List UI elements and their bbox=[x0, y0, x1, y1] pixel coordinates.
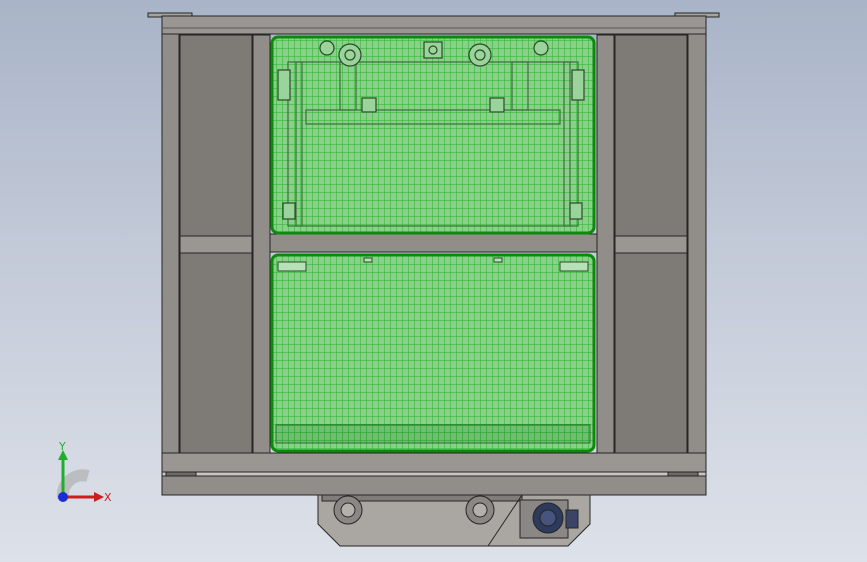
x-axis-label: X bbox=[104, 491, 112, 504]
coordinate-triad: Y X bbox=[56, 440, 112, 504]
lower-mesh-guard bbox=[270, 253, 596, 453]
y-axis-label: Y bbox=[58, 440, 66, 453]
x-axis-arrow-icon bbox=[94, 492, 104, 502]
upper-mesh-guard bbox=[270, 35, 596, 235]
cad-model-top-view[interactable] bbox=[0, 0, 867, 562]
z-axis-dot-icon bbox=[58, 492, 68, 502]
base-rails bbox=[161, 452, 707, 496]
graphics-viewport[interactable]: Y X bbox=[0, 0, 867, 562]
drive-carriage bbox=[317, 494, 591, 547]
